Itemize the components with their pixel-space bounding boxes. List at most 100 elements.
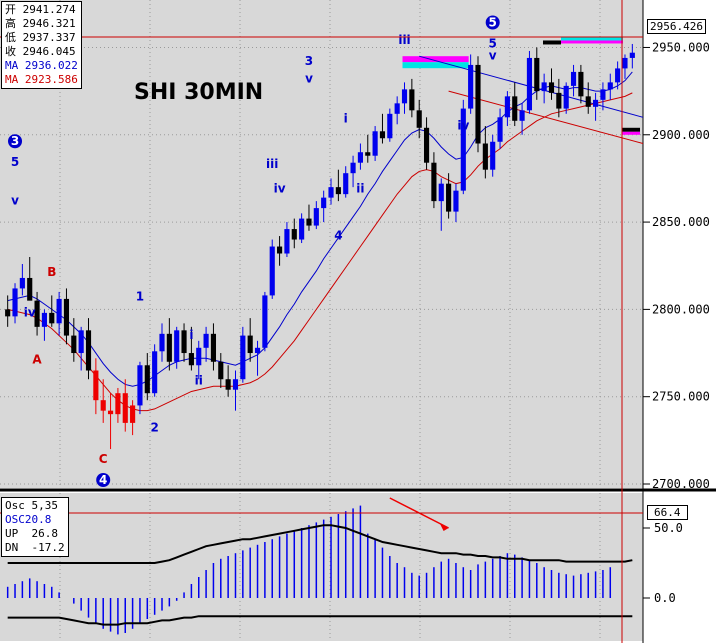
wave-label: C — [99, 452, 108, 466]
candle-body — [423, 127, 430, 163]
osc-dn: DN -17.2 — [5, 541, 65, 554]
candle-body — [122, 393, 128, 423]
candle-body — [512, 96, 518, 121]
osc-axis-label: 0.0 — [654, 591, 676, 605]
price-chart-svg: 35vivBAC41iii2iiiiv3v4iiiiiiiv55v 50.00.… — [0, 0, 716, 643]
wave-label: 3 — [11, 134, 19, 148]
candle-body — [174, 330, 180, 362]
ohlc-close: 收 2946.045 — [5, 45, 76, 58]
ohlc-open: 开 2941.274 — [5, 3, 76, 16]
candle-body — [262, 295, 268, 348]
black-marker-low — [622, 127, 640, 132]
candle-body — [269, 246, 275, 296]
candle-body — [394, 103, 400, 114]
candle-body — [291, 229, 297, 240]
candle-body — [541, 82, 547, 92]
axis-tick-label: 2900.000 — [652, 128, 710, 142]
osc-last-label: 66.4 — [647, 505, 688, 520]
candle-body — [159, 333, 165, 352]
candle-body — [56, 298, 62, 324]
candle-body — [578, 71, 584, 97]
candle-body — [306, 218, 312, 226]
chart-title: SHI 30MIN — [134, 80, 264, 105]
candle-body — [188, 353, 194, 366]
osc-name: Osc 5,35 — [5, 499, 58, 512]
candle-body — [71, 335, 77, 354]
candle-body — [299, 218, 305, 240]
wave-label: v — [11, 194, 19, 208]
candle-body — [490, 141, 496, 170]
candle-body — [78, 330, 84, 354]
candle-body — [526, 57, 533, 111]
magenta-band — [402, 56, 469, 63]
candle-body — [607, 82, 613, 90]
magenta-marker-low — [622, 131, 640, 135]
axis-tick-label: 2750.000 — [652, 390, 710, 404]
candle-body — [107, 410, 114, 415]
candle-body — [85, 330, 92, 371]
wave-label: 4 — [99, 473, 107, 487]
candle-body — [416, 110, 422, 128]
candle-body — [277, 246, 283, 254]
candle-body — [482, 143, 488, 170]
candle-body — [357, 152, 363, 163]
candle-body — [5, 309, 11, 317]
candle-body — [343, 173, 349, 195]
axis-tick-label: 2700.000 — [652, 477, 710, 491]
candle-body — [401, 89, 408, 104]
candle-body — [593, 99, 599, 107]
candle-body — [196, 347, 202, 366]
candle-body — [438, 183, 444, 202]
candle-body — [63, 298, 70, 336]
last-price-label: 2956.426 — [647, 19, 706, 34]
candle-body — [203, 333, 209, 348]
candle-body — [409, 89, 415, 111]
price-panel-background — [0, 0, 643, 488]
candle-body — [534, 57, 540, 92]
chart-window: 3 5 v iv B A C 4 1 i ii 2 iii iv 3 v 4 i ii iii iv 5 5 v 50.0 0.… — [0, 0, 716, 643]
axis-tick-label: 2800.000 — [652, 302, 710, 316]
wave-label: iii — [266, 157, 278, 171]
candle-body — [328, 187, 334, 198]
candle-body — [41, 312, 47, 327]
wave-label: 5 — [489, 16, 497, 30]
candle-body — [563, 85, 569, 109]
candle-body — [629, 52, 635, 58]
candle-body — [100, 400, 106, 411]
candle-body — [387, 113, 393, 139]
candle-body — [335, 187, 341, 195]
osc-axis-label: 50.0 — [654, 521, 683, 535]
candle-body — [453, 190, 459, 212]
wave-label: 1 — [136, 290, 144, 304]
cyan-marker-top — [561, 37, 623, 41]
osc-up: UP 26.8 — [5, 527, 58, 540]
axis-tick-label: 2850.000 — [652, 215, 710, 229]
candle-body — [350, 162, 356, 174]
candle-body — [504, 96, 510, 118]
candle-body — [166, 333, 172, 362]
candle-body — [115, 393, 121, 415]
candle-body — [27, 277, 33, 301]
candle-body — [548, 82, 555, 93]
wave-label: 4 — [334, 229, 342, 243]
candle-body — [475, 64, 481, 144]
candle-body — [321, 197, 327, 209]
candle-body — [313, 208, 319, 226]
axis-tick-label: 2950.000 — [652, 40, 710, 54]
candle-body — [210, 333, 217, 362]
candle-body — [468, 64, 474, 109]
wave-label: ii — [195, 373, 203, 387]
candle-body — [446, 183, 452, 212]
candle-body — [232, 379, 239, 390]
candle-body — [585, 96, 591, 107]
wave-label: i — [189, 328, 193, 342]
wave-label: B — [47, 265, 56, 279]
candle-body — [225, 379, 231, 390]
candle-body — [497, 117, 503, 142]
candle-body — [93, 370, 99, 401]
osc-legend: Osc 5,35 OSC20.8 UP 26.8 DN -17.2 — [1, 497, 69, 557]
wave-label: 2 — [150, 421, 158, 435]
candle-body — [137, 365, 143, 406]
ohlc-box: 开 2941.274 高 2946.321 低 2937.337 收 2946.… — [1, 1, 82, 89]
osc-series-label: OSC20.8 — [5, 513, 52, 526]
